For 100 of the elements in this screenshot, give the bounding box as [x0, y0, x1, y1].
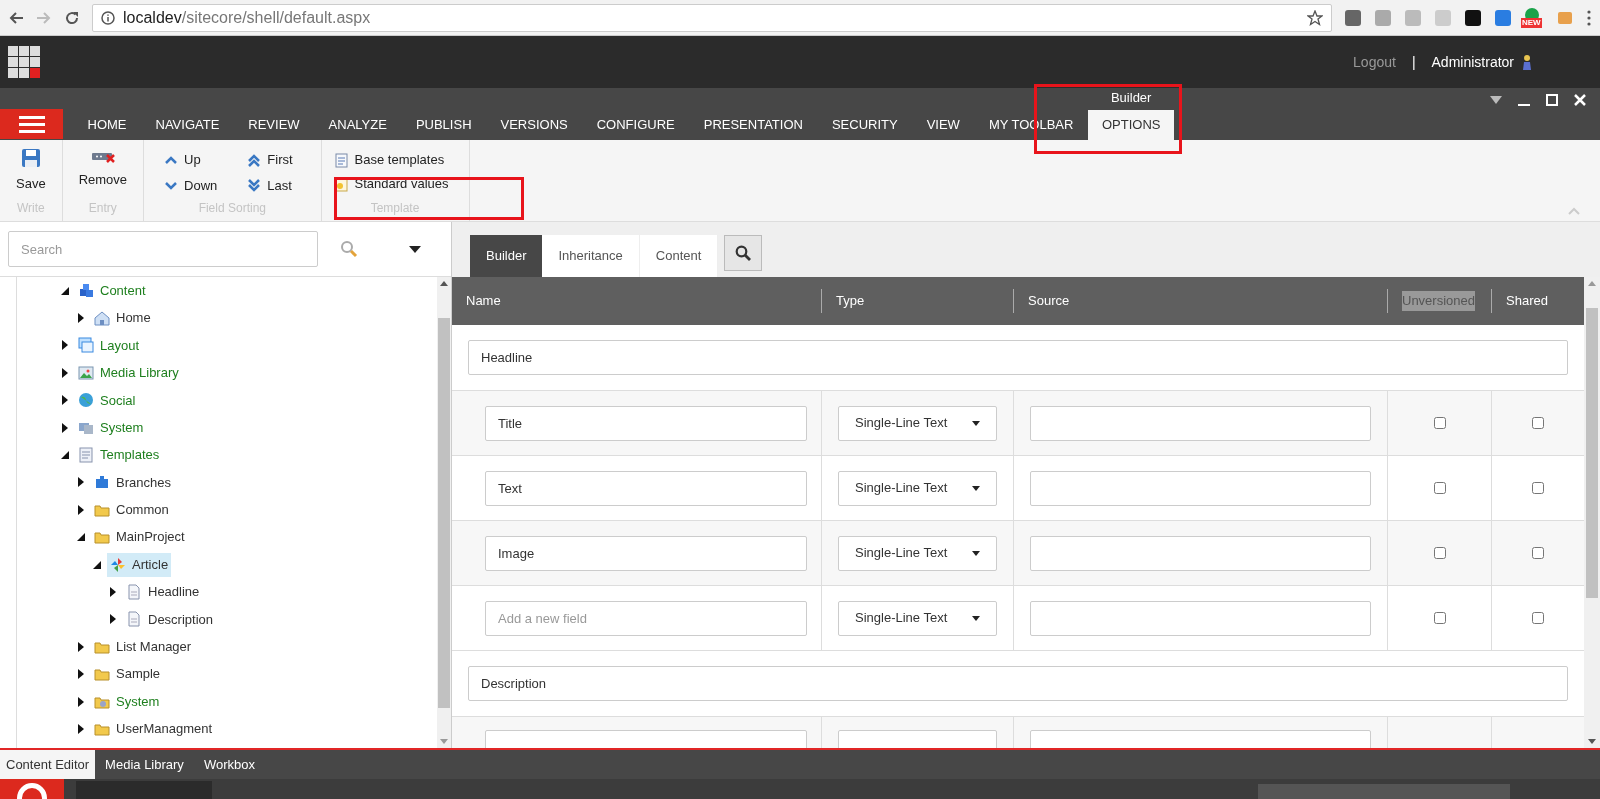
- type-dropdown[interactable]: Single-Line Text: [838, 600, 997, 636]
- tree-item[interactable]: Home: [91, 306, 154, 331]
- tree-item[interactable]: Branches: [91, 470, 174, 495]
- extension-icon[interactable]: [1464, 8, 1482, 27]
- source-field[interactable]: [1030, 405, 1371, 441]
- ribbon-tab[interactable]: VIEW: [912, 110, 975, 140]
- source-field[interactable]: [1030, 535, 1371, 571]
- ribbon-tab[interactable]: CONFIGURE: [582, 110, 690, 140]
- dropdown-icon[interactable]: [409, 245, 421, 253]
- search-button[interactable]: [724, 235, 763, 271]
- address-bar[interactable]: localdev/sitecore/shell/default.aspx: [92, 3, 1332, 32]
- tree-item[interactable]: Headline: [123, 580, 203, 604]
- expand-arrow-icon[interactable]: [77, 641, 85, 652]
- menu-icon[interactable]: [1586, 9, 1592, 26]
- checkbox[interactable]: [1532, 612, 1544, 624]
- tree-item[interactable]: System: [75, 415, 147, 440]
- taskbar-tab[interactable]: Workbox: [193, 750, 265, 779]
- reload-icon[interactable]: [64, 9, 80, 26]
- ribbon-tab[interactable]: NAVIGATE: [141, 110, 234, 140]
- type-dropdown[interactable]: Single-Line Text: [838, 405, 997, 441]
- ribbon-button[interactable]: Last: [247, 173, 301, 198]
- extension-icon[interactable]: NEW: [1524, 6, 1544, 29]
- ribbon-tab[interactable]: ANALYZE: [314, 110, 402, 140]
- tree-item[interactable]: Description: [123, 607, 217, 632]
- collapse-arrow-icon[interactable]: [61, 286, 69, 295]
- editor-tab[interactable]: Inheritance: [542, 235, 640, 277]
- column-header[interactable]: Source: [1028, 291, 1070, 311]
- ribbon-tab[interactable]: PRESENTATION: [689, 110, 818, 140]
- expand-arrow-icon[interactable]: [109, 587, 117, 597]
- ribbon-button[interactable]: Base templates: [333, 148, 449, 172]
- expand-arrow-icon[interactable]: [77, 313, 85, 324]
- ribbon-button[interactable]: First: [247, 148, 301, 172]
- ribbon-tab[interactable]: VERSIONS: [486, 110, 583, 140]
- editor-tab[interactable]: Builder: [470, 235, 543, 277]
- field-name-input[interactable]: Image: [485, 535, 807, 571]
- ribbon-tab[interactable]: HOME: [73, 110, 141, 140]
- column-header[interactable]: Name: [466, 291, 501, 311]
- field-name-input[interactable]: Title: [485, 405, 807, 441]
- ribbon-button[interactable]: Down: [164, 173, 218, 198]
- checkbox[interactable]: [1433, 612, 1446, 624]
- field-name-input[interactable]: Text: [485, 470, 807, 506]
- tree-item[interactable]: Social: [75, 388, 139, 413]
- expand-arrow-icon[interactable]: [77, 504, 85, 515]
- tree-item[interactable]: Layout: [75, 333, 143, 358]
- tree-item[interactable]: MainProject: [91, 525, 188, 550]
- tree-item[interactable]: UserManagment: [91, 716, 216, 741]
- tree-item[interactable]: Media Library: [75, 360, 182, 385]
- ribbon-button[interactable]: Remove: [74, 148, 132, 199]
- collapse-arrow-icon[interactable]: [61, 451, 69, 460]
- logout-link[interactable]: Logout: [1353, 51, 1396, 73]
- scroll-down-icon[interactable]: [1588, 739, 1596, 744]
- source-field[interactable]: [1030, 470, 1371, 506]
- source-field[interactable]: [1030, 600, 1371, 636]
- collapse-arrow-icon[interactable]: [93, 560, 101, 569]
- section-name-field[interactable]: Headline: [468, 340, 1568, 375]
- checkbox[interactable]: [1532, 417, 1544, 429]
- section-name-field[interactable]: Description: [468, 666, 1568, 701]
- checkbox[interactable]: [1433, 417, 1446, 429]
- taskbar-tab[interactable]: Content Editor: [0, 750, 96, 779]
- checkbox[interactable]: [1532, 547, 1544, 559]
- column-header[interactable]: Shared: [1506, 291, 1548, 311]
- collapse-arrow-icon[interactable]: [77, 533, 85, 542]
- tree-item[interactable]: Common: [91, 497, 172, 522]
- expand-arrow-icon[interactable]: [61, 422, 69, 433]
- ribbon-button[interactable]: Up: [164, 148, 218, 172]
- star-icon[interactable]: [1307, 9, 1323, 26]
- tree-item[interactable]: Templates: [75, 443, 163, 468]
- field-name-input[interactable]: Add a new field: [485, 600, 807, 636]
- checkbox[interactable]: [1532, 482, 1544, 494]
- ribbon-button[interactable]: Standard values: [333, 172, 449, 196]
- tree-item[interactable]: Sample: [91, 662, 164, 687]
- column-header[interactable]: Type: [836, 291, 865, 311]
- search-field[interactable]: Search: [8, 231, 318, 267]
- expand-arrow-icon[interactable]: [77, 723, 85, 734]
- ribbon-button[interactable]: Save: [12, 148, 50, 199]
- expand-arrow-icon[interactable]: [77, 477, 85, 488]
- expand-arrow-icon[interactable]: [61, 395, 69, 406]
- expand-arrow-icon[interactable]: [109, 614, 117, 625]
- close-icon[interactable]: [1574, 94, 1586, 106]
- tree-item[interactable]: List Manager: [91, 634, 195, 659]
- taskbar-tab[interactable]: Media Library: [95, 750, 194, 779]
- tree-item[interactable]: Content: [75, 278, 149, 303]
- type-dropdown[interactable]: Single-Line Text: [838, 470, 997, 506]
- back-icon[interactable]: [8, 9, 24, 26]
- expand-arrow-icon[interactable]: [77, 696, 85, 707]
- ribbon-tab[interactable]: REVIEW: [233, 110, 315, 140]
- tree-item[interactable]: Article: [107, 552, 172, 577]
- tree-item[interactable]: System: [91, 689, 163, 714]
- editor-tab[interactable]: Content: [639, 235, 719, 277]
- app-logo[interactable]: [0, 779, 64, 799]
- menu-button[interactable]: [0, 109, 63, 139]
- ribbon-tab[interactable]: SECURITY: [817, 110, 913, 140]
- ribbon-tab[interactable]: OPTIONS: [1087, 110, 1175, 140]
- app-grid-icon[interactable]: [8, 46, 40, 78]
- maximize-icon[interactable]: [1546, 94, 1558, 106]
- scrollbar[interactable]: [437, 277, 451, 748]
- checkbox[interactable]: [1433, 547, 1446, 559]
- type-dropdown[interactable]: Single-Line Text: [838, 535, 997, 571]
- expand-arrow-icon[interactable]: [61, 367, 69, 378]
- checkbox[interactable]: [1433, 482, 1446, 494]
